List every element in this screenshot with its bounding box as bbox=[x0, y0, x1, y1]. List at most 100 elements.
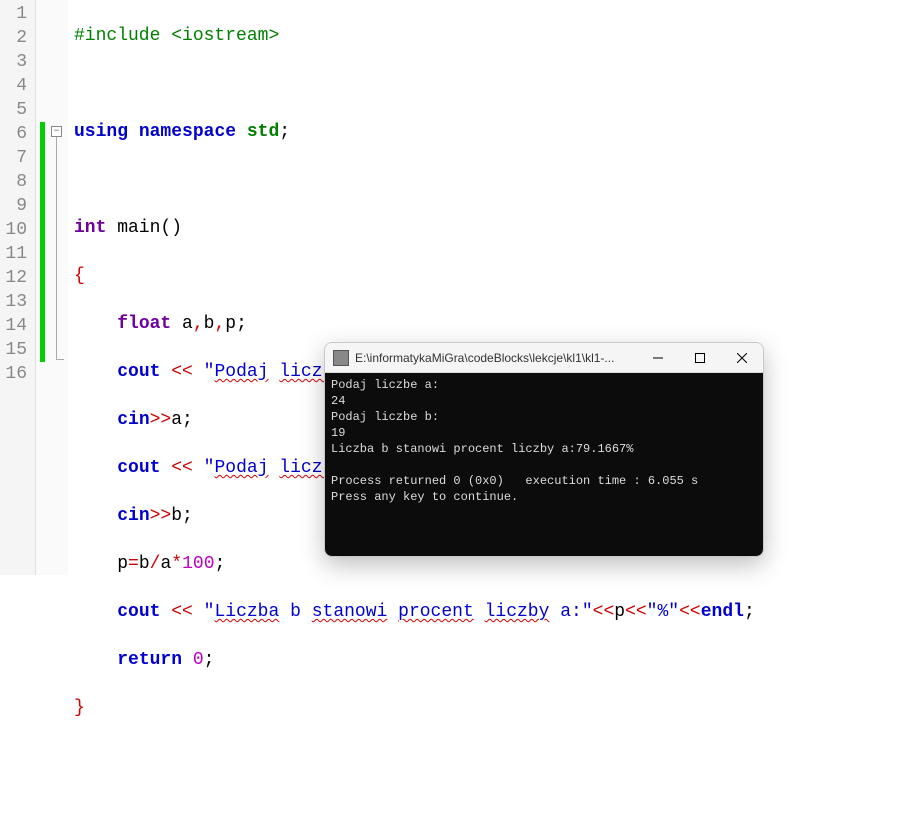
string-part: b bbox=[290, 602, 301, 622]
maximize-button[interactable] bbox=[679, 343, 721, 373]
console-icon bbox=[333, 350, 349, 366]
semicolon: ; bbox=[236, 314, 247, 334]
cin: cin bbox=[117, 506, 149, 526]
semicolon: ; bbox=[204, 650, 215, 670]
var-b: b bbox=[171, 506, 182, 526]
stream-op: << bbox=[160, 458, 203, 478]
number-0: 0 bbox=[182, 650, 204, 670]
line-number: 9 bbox=[4, 194, 27, 218]
identifier-std: std bbox=[247, 122, 279, 142]
change-marker bbox=[40, 122, 45, 362]
line-number: 12 bbox=[4, 266, 27, 290]
var-p: p bbox=[225, 314, 236, 334]
fold-toggle[interactable]: − bbox=[51, 126, 62, 137]
var-a: a bbox=[171, 410, 182, 430]
keyword-int: int bbox=[74, 218, 106, 238]
close-icon bbox=[737, 353, 747, 363]
open-brace: { bbox=[74, 266, 85, 286]
op-eq: = bbox=[128, 554, 139, 574]
sp bbox=[549, 602, 560, 622]
console-window: E:\informatykaMiGra\codeBlocks\lekcje\kl… bbox=[324, 342, 764, 557]
op-div: / bbox=[150, 554, 161, 574]
console-line: Press any key to continue. bbox=[331, 490, 518, 504]
line-number: 4 bbox=[4, 74, 27, 98]
line-number: 11 bbox=[4, 242, 27, 266]
sp bbox=[279, 602, 290, 622]
console-line: Podaj liczbe a: bbox=[331, 378, 439, 392]
parens: () bbox=[160, 218, 182, 238]
quote: " bbox=[204, 362, 215, 382]
stream-op: >> bbox=[150, 506, 172, 526]
string-part: procent bbox=[398, 602, 474, 622]
number-100: 100 bbox=[182, 554, 214, 574]
string-part: stanowi bbox=[312, 602, 388, 622]
var-a: a bbox=[160, 554, 171, 574]
maximize-icon bbox=[695, 353, 705, 363]
endl: endl bbox=[701, 602, 744, 622]
header-name: <iostream> bbox=[160, 26, 279, 46]
keyword-return: return bbox=[117, 650, 182, 670]
fold-guide bbox=[56, 137, 57, 359]
stream-op: >> bbox=[150, 410, 172, 430]
cout: cout bbox=[117, 602, 160, 622]
line-number: 5 bbox=[4, 98, 27, 122]
string-space bbox=[268, 458, 279, 478]
stream-op: << bbox=[160, 602, 203, 622]
stream-op: << bbox=[593, 602, 615, 622]
var-b: b bbox=[139, 554, 150, 574]
line-number: 14 bbox=[4, 314, 27, 338]
preprocessor: #include bbox=[74, 26, 160, 46]
keyword-using: using bbox=[74, 122, 128, 142]
keyword-float: float bbox=[117, 314, 171, 334]
var-a: a bbox=[171, 314, 193, 334]
console-line: 24 bbox=[331, 394, 345, 408]
var-p: p bbox=[614, 602, 625, 622]
semicolon: ; bbox=[279, 122, 290, 142]
var-p: p bbox=[117, 554, 128, 574]
line-number: 1 bbox=[4, 2, 27, 26]
window-buttons bbox=[637, 343, 763, 373]
string-part: liczby bbox=[485, 602, 550, 622]
line-number: 16 bbox=[4, 362, 27, 386]
console-title: E:\informatykaMiGra\codeBlocks\lekcje\kl… bbox=[355, 351, 637, 365]
semicolon: ; bbox=[744, 602, 755, 622]
string-part: Podaj bbox=[214, 458, 268, 478]
string-space bbox=[268, 362, 279, 382]
line-number: 15 bbox=[4, 338, 27, 362]
cout: cout bbox=[117, 362, 160, 382]
console-titlebar[interactable]: E:\informatykaMiGra\codeBlocks\lekcje\kl… bbox=[325, 343, 763, 373]
console-line: Liczba b stanowi procent liczby a:79.166… bbox=[331, 442, 633, 456]
line-number: 7 bbox=[4, 146, 27, 170]
stream-op: << bbox=[160, 362, 203, 382]
string-part: Liczba bbox=[214, 602, 279, 622]
quote: " bbox=[668, 602, 679, 622]
close-brace: } bbox=[74, 698, 85, 718]
semicolon: ; bbox=[182, 506, 193, 526]
sp bbox=[301, 602, 312, 622]
cin: cin bbox=[117, 410, 149, 430]
console-line: Process returned 0 (0x0) execution time … bbox=[331, 474, 698, 488]
quote: " bbox=[204, 602, 215, 622]
sp bbox=[387, 602, 398, 622]
minimize-icon bbox=[653, 353, 663, 363]
close-button[interactable] bbox=[721, 343, 763, 373]
line-number: 10 bbox=[4, 218, 27, 242]
stream-op: << bbox=[625, 602, 647, 622]
quote: " bbox=[582, 602, 593, 622]
fold-column: − bbox=[48, 0, 68, 575]
line-number: 3 bbox=[4, 50, 27, 74]
fold-guide-end bbox=[56, 359, 64, 360]
var-b: b bbox=[204, 314, 215, 334]
keyword-namespace: namespace bbox=[139, 122, 236, 142]
op-mul: * bbox=[171, 554, 182, 574]
comma: , bbox=[214, 314, 225, 334]
minimize-button[interactable] bbox=[637, 343, 679, 373]
line-number-gutter: 1 2 3 4 5 6 7 8 9 10 11 12 13 14 15 16 bbox=[0, 0, 36, 575]
line-number: 8 bbox=[4, 170, 27, 194]
console-line: Podaj liczbe b: bbox=[331, 410, 439, 424]
cout: cout bbox=[117, 458, 160, 478]
quote: " bbox=[647, 602, 658, 622]
line-number: 2 bbox=[4, 26, 27, 50]
quote: " bbox=[204, 458, 215, 478]
console-output[interactable]: Podaj liczbe a: 24 Podaj liczbe b: 19 Li… bbox=[325, 373, 763, 556]
